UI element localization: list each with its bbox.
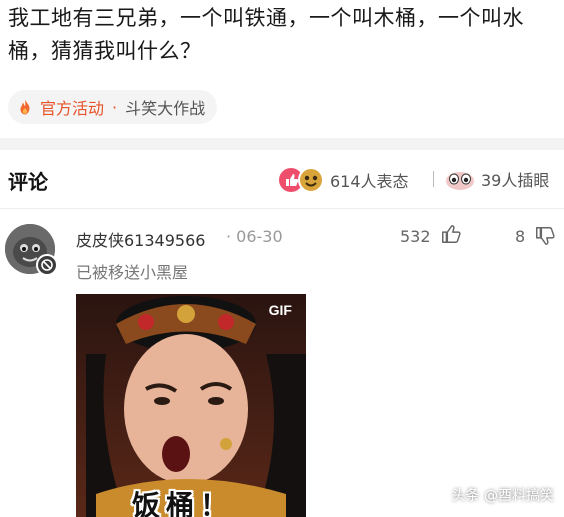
thumbs-up-icon[interactable] — [440, 223, 462, 245]
reactions-count: 614人表态 — [330, 172, 409, 191]
ban-badge-icon — [41, 259, 53, 271]
flame-icon — [20, 99, 30, 115]
comment-username[interactable]: 皮皮侠61349566 — [76, 227, 205, 251]
topic-separator: · — [112, 97, 118, 117]
thumbs-down-icon[interactable] — [534, 225, 556, 247]
topic-name: 官方活动 — [40, 99, 105, 118]
watermark: 头条 @酉料搞笑 — [451, 488, 554, 504]
post-text: 我工地有三兄弟，一个叫铁通，一个叫木桶，一个叫水桶，猜猜我叫什么？ — [8, 6, 524, 63]
comment-status: 已被移送小黑屋 — [76, 263, 189, 282]
comments-header: 评论 614人表态 39人插眼 — [0, 150, 564, 209]
topic-pill[interactable]: 官方活动 · 斗笑大作战 — [8, 90, 218, 124]
gif-caption: 饭桶！ — [132, 489, 235, 517]
peeking-eyes-icon — [446, 172, 474, 190]
reactions-summary[interactable]: 614人表态 — [278, 167, 409, 193]
funny-face-reaction-icon — [298, 167, 324, 193]
comments-title: 评论 — [8, 170, 48, 194]
gif-image[interactable]: GIF 饭桶！ — [76, 294, 306, 517]
dislike-count: 8 — [515, 227, 526, 246]
section-divider — [0, 138, 564, 150]
divider-line — [433, 171, 434, 187]
like-count: 532 — [400, 227, 431, 246]
views-count: 39人插眼 — [481, 171, 550, 190]
topic-subtitle: 斗笑大作战 — [125, 99, 206, 118]
comment-timestamp: · 06-30 — [226, 227, 283, 246]
views-summary[interactable]: 39人插眼 — [445, 167, 549, 191]
avatar-badge — [36, 254, 58, 276]
comment-item: 皮皮侠61349566 · 06-30 532 8 已被移送小黑屋 GIF 饭桶… — [0, 209, 564, 517]
gif-badge: GIF — [268, 302, 292, 318]
